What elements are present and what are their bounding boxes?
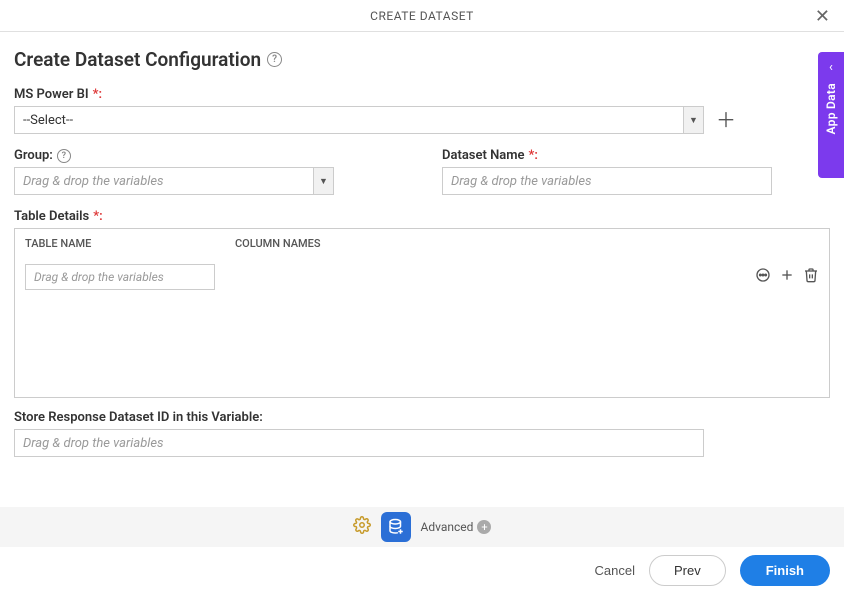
required-marker: *:: [529, 148, 538, 163]
required-marker: *:: [93, 209, 102, 224]
chevron-left-icon: ‹: [829, 60, 833, 75]
powerbi-select[interactable]: --Select-- ▼: [14, 106, 704, 134]
table-details-label: Table Details *:: [14, 209, 830, 224]
required-marker: *:: [93, 87, 102, 102]
side-tab-label: App Data: [824, 83, 838, 134]
add-connection-button[interactable]: ＋: [716, 110, 736, 130]
store-variable-label: Store Response Dataset ID in this Variab…: [14, 410, 830, 425]
powerbi-label: MS Power BI *:: [14, 87, 830, 102]
table-row: Drag & drop the variables: [25, 264, 819, 290]
group-field[interactable]: [15, 168, 333, 194]
dataset-name-input[interactable]: [442, 167, 772, 195]
help-icon[interactable]: ?: [57, 149, 71, 163]
store-variable-input[interactable]: [14, 429, 704, 457]
group-input[interactable]: ▼: [14, 167, 334, 195]
dialog-title: CREATE DATASET: [370, 9, 474, 23]
finish-button[interactable]: Finish: [740, 555, 830, 586]
dataset-icon[interactable]: [381, 512, 411, 542]
dialog-footer: Cancel Prev Finish: [0, 547, 844, 593]
titlebar: CREATE DATASET ✕: [0, 0, 844, 32]
page-heading-text: Create Dataset Configuration: [14, 48, 261, 71]
table-details-container: TABLE NAME COLUMN NAMES Drag & drop the …: [14, 228, 830, 398]
close-icon[interactable]: ✕: [811, 6, 834, 28]
chevron-down-icon[interactable]: ▼: [313, 168, 333, 194]
column-header-table-name: TABLE NAME: [25, 237, 235, 250]
app-data-panel-tab[interactable]: ‹ App Data: [818, 52, 844, 178]
more-icon[interactable]: [755, 267, 771, 287]
help-icon[interactable]: ?: [267, 52, 282, 67]
dataset-name-label: Dataset Name *:: [442, 148, 830, 163]
delete-row-icon[interactable]: [803, 267, 819, 287]
powerbi-select-value: --Select--: [15, 113, 683, 128]
column-header-column-names: COLUMN NAMES: [235, 237, 819, 250]
settings-icon[interactable]: [353, 516, 371, 538]
cancel-button[interactable]: Cancel: [595, 563, 635, 578]
bottom-toolbar: Advanced +: [0, 507, 844, 547]
group-label: Group: ?: [14, 148, 402, 163]
table-name-input[interactable]: Drag & drop the variables: [25, 264, 215, 290]
prev-button[interactable]: Prev: [649, 555, 726, 586]
chevron-down-icon[interactable]: ▼: [683, 107, 703, 133]
page-heading: Create Dataset Configuration ?: [14, 48, 830, 71]
advanced-toggle[interactable]: Advanced +: [421, 520, 492, 534]
add-row-icon[interactable]: [779, 267, 795, 287]
plus-circle-icon: +: [477, 520, 491, 534]
